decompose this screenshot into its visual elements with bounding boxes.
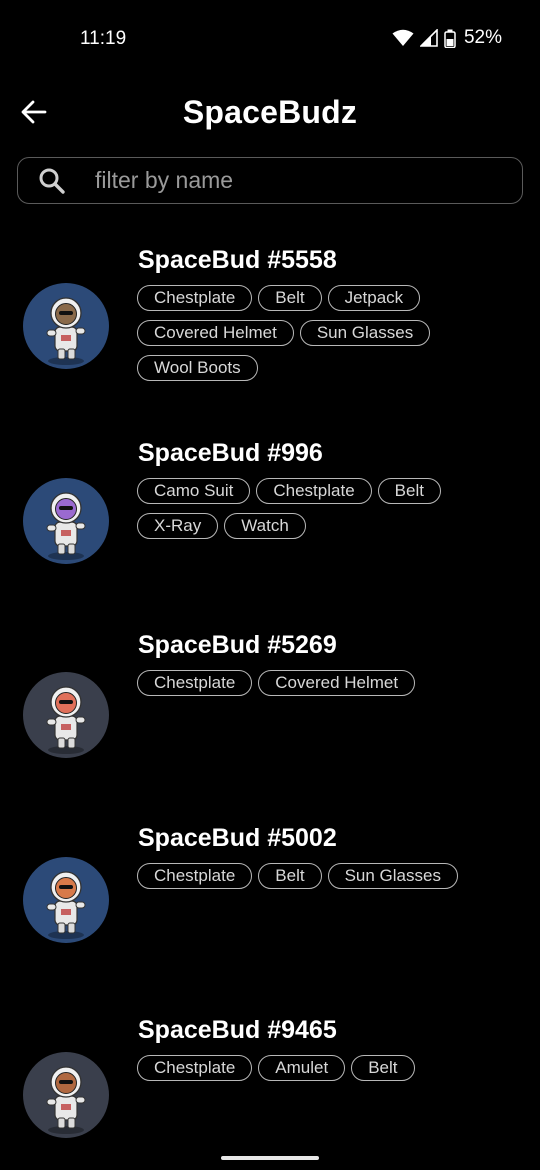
battery-icon — [444, 29, 456, 48]
trait-tag: Chestplate — [137, 670, 253, 696]
spacebud-name: SpaceBud #5002 — [138, 823, 337, 852]
status-time: 11:19 — [80, 28, 127, 49]
spacebud-name: SpaceBud #9465 — [138, 1016, 337, 1044]
trait-tag: Chestplate — [137, 285, 253, 311]
trait-tag: Belt — [258, 285, 322, 311]
spacebud-name: SpaceBud #5269 — [138, 631, 337, 659]
trait-tag: Covered Helmet — [258, 670, 416, 696]
trait-tag: Belt — [377, 477, 441, 504]
trait-tag: Chestplate — [137, 1055, 253, 1081]
search-icon — [37, 166, 67, 196]
list-item[interactable]: SpaceBud #5002 Chestplate Belt Sun Glasses — [0, 808, 540, 1001]
spacebud-name: SpaceBud #5558 — [138, 246, 337, 274]
search-field[interactable] — [17, 157, 523, 204]
trait-tag: Watch — [224, 512, 306, 539]
trait-tag: Sun Glasses — [299, 320, 431, 346]
list-item[interactable]: SpaceBud #996 Camo Suit Chestplate Belt X-Ra… — [0, 423, 540, 616]
avatar — [23, 477, 109, 564]
avatar — [23, 856, 109, 943]
trait-tag: Jetpack — [327, 285, 421, 311]
trait-tag: Covered Helmet — [137, 320, 294, 346]
list-item[interactable]: SpaceBud #9465 Chestplate Amulet Belt — [0, 1000, 540, 1170]
search-input[interactable] — [95, 167, 522, 194]
cellular-signal-icon — [419, 29, 438, 47]
home-indicator[interactable] — [221, 1156, 319, 1160]
trait-tags: Camo Suit Chestplate Belt X-Ray Watch — [137, 477, 482, 539]
status-icons: 52% — [392, 27, 502, 49]
page-title: SpaceBudz — [182, 94, 358, 130]
list-item[interactable]: SpaceBud #5558 Chestplate Belt Jetpack Cover… — [0, 230, 540, 423]
trait-tag: Chestplate — [137, 862, 253, 889]
trait-tags: Chestplate Belt Jetpack Covered Helmet Sun G… — [137, 285, 482, 381]
list-item[interactable]: SpaceBud #5269 Chestplate Covered Helmet — [0, 615, 540, 808]
wifi-icon — [392, 29, 414, 47]
spacebud-list: SpaceBud #5558 Chestplate Belt Jetpack Cover… — [0, 230, 540, 1170]
spacebud-name: SpaceBud #996 — [138, 438, 323, 467]
trait-tag: Sun Glasses — [327, 862, 458, 889]
trait-tags: Chestplate Amulet Belt — [137, 1055, 482, 1081]
avatar — [23, 672, 109, 758]
avatar — [23, 283, 109, 369]
battery-percentage: 52% — [463, 27, 502, 48]
trait-tag: Amulet — [258, 1055, 346, 1081]
trait-tag: Belt — [258, 862, 322, 889]
trait-tags: Chestplate Belt Sun Glasses — [137, 862, 482, 889]
trait-tag: Belt — [351, 1055, 415, 1081]
status-bar: 11:19 52% — [0, 0, 540, 78]
trait-tags: Chestplate Covered Helmet — [137, 670, 482, 696]
app-bar: SpaceBudz — [0, 78, 540, 148]
trait-tag: Wool Boots — [137, 355, 258, 381]
trait-tag: Camo Suit — [137, 477, 251, 504]
avatar — [23, 1052, 109, 1138]
trait-tag: Chestplate — [256, 477, 372, 504]
trait-tag: X-Ray — [137, 512, 219, 539]
